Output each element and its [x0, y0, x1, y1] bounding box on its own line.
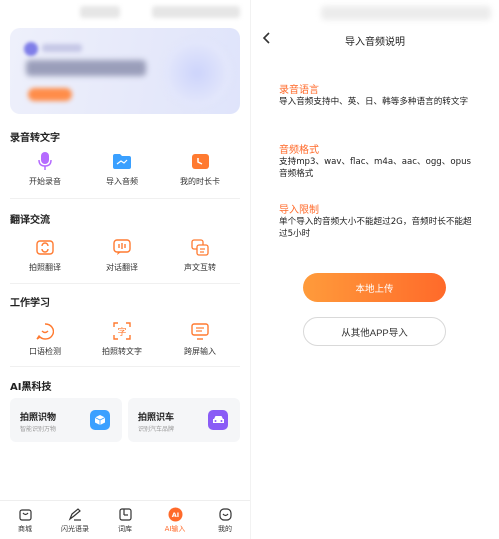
dictionary-icon [100, 507, 150, 521]
photo-translate-icon [36, 238, 54, 256]
tab-shop[interactable]: 商城 [0, 507, 50, 534]
car-identify-subtitle: 识别汽车品牌 [138, 426, 175, 433]
limit-description: 单个导入的音频大小不能超过2G，音频时长不能超过5小时 [279, 217, 472, 239]
divider [10, 283, 240, 284]
quote-pen-icon [50, 507, 100, 521]
cross-screen-button[interactable]: 跨屏输入 [160, 322, 240, 357]
tab-dictionary[interactable]: 词库 [100, 507, 150, 534]
scan-text-icon: 字 [113, 322, 131, 340]
section-title-work: 工作学习 [10, 298, 50, 309]
local-upload-button[interactable]: 本地上传 [303, 273, 446, 302]
scan-text-label: 拍照转文字 [102, 347, 142, 356]
section-title-recording: 录音转文字 [10, 133, 60, 144]
car-identify-card[interactable]: 拍照识车 识别汽车品牌 [128, 398, 240, 442]
shop-icon [0, 507, 50, 521]
import-audio-button[interactable]: 导入音频 [82, 152, 162, 187]
language-description: 导入音频支持中、英、日、韩等多种语言的转文字 [279, 97, 469, 107]
car-identify-title: 拍照识车 [138, 413, 175, 423]
tab-quotes-label: 闪光语录 [61, 525, 89, 533]
cross-screen-label: 跨屏输入 [184, 347, 216, 356]
car-icon [208, 410, 228, 430]
import-audio-info-screen: 导入音频说明 录音语言 导入音频支持中、英、日、韩等多种语言的转文字 音频格式 … [251, 0, 499, 539]
photo-identify-subtitle: 智能识别万物 [20, 426, 57, 433]
tab-shop-label: 商城 [18, 525, 32, 533]
cube-icon [90, 410, 110, 430]
promo-banner[interactable] [10, 28, 240, 114]
folder-icon [113, 152, 131, 170]
status-bar-blurred-right [152, 6, 240, 18]
language-heading: 录音语言 [279, 85, 319, 96]
bottom-tab-bar: 商城 闪光语录 词库 AI AI输入 我的 [0, 500, 250, 539]
format-heading: 音频格式 [279, 145, 319, 156]
time-card-label: 我的时长卡 [180, 177, 220, 186]
photo-translate-label: 拍照翻译 [29, 263, 61, 272]
tab-ai-input[interactable]: AI AI输入 [150, 507, 200, 534]
dialog-translate-label: 对话翻译 [106, 263, 138, 272]
banner-illustration [160, 38, 234, 108]
tab-dictionary-label: 词库 [118, 525, 132, 533]
speech-check-button[interactable]: 口语检测 [5, 322, 85, 357]
format-description: 支持mp3、wav、flac、m4a、aac、ogg、opus音频格式 [279, 157, 471, 179]
tab-ai-input-label: AI输入 [164, 525, 186, 533]
tab-quotes[interactable]: 闪光语录 [50, 507, 100, 534]
microphone-icon [36, 152, 54, 170]
recording-tools-row: 开始录音 导入音频 我的时长卡 [0, 152, 250, 202]
work-tools-row: 口语检测 字 拍照转文字 跨屏输入 [0, 322, 250, 372]
banner-subtitle-blurred [42, 44, 82, 52]
voice-text-icon [191, 238, 209, 256]
import-from-other-app-button[interactable]: 从其他APP导入 [303, 317, 446, 346]
home-screen: 录音转文字 开始录音 导入音频 我的时长卡 翻译交流 拍照翻译 对话翻译 声文互… [0, 0, 250, 539]
svg-text:字: 字 [117, 326, 126, 338]
start-recording-label: 开始录音 [29, 177, 61, 186]
start-recording-button[interactable]: 开始录音 [5, 152, 85, 187]
scan-text-button[interactable]: 字 拍照转文字 [82, 322, 162, 357]
dialog-translate-button[interactable]: 对话翻译 [82, 238, 162, 273]
divider [10, 198, 240, 199]
speech-check-label: 口语检测 [29, 347, 61, 356]
ai-badge-icon: AI [150, 507, 200, 521]
clock-card-icon [191, 152, 209, 170]
tab-profile-label: 我的 [218, 525, 232, 533]
limit-heading: 导入限制 [279, 205, 319, 216]
banner-logo [24, 42, 38, 56]
voice-text-button[interactable]: 声文互转 [160, 238, 240, 273]
profile-icon [200, 507, 250, 521]
status-bar-blurred [321, 6, 491, 20]
dialog-translate-icon [113, 238, 131, 256]
banner-title-blurred [26, 60, 146, 76]
photo-identify-title: 拍照识物 [20, 413, 57, 423]
section-title-ai: AI黑科技 [10, 382, 52, 393]
translate-tools-row: 拍照翻译 对话翻译 声文互转 [0, 238, 250, 288]
tab-profile[interactable]: 我的 [200, 507, 250, 534]
cross-screen-icon [191, 322, 209, 340]
svg-text:AI: AI [171, 511, 178, 519]
photo-translate-button[interactable]: 拍照翻译 [5, 238, 85, 273]
photo-identify-card[interactable]: 拍照识物 智能识别万物 [10, 398, 122, 442]
speech-check-icon [36, 322, 54, 340]
page-title: 导入音频说明 [345, 37, 405, 48]
time-card-button[interactable]: 我的时长卡 [160, 152, 240, 187]
voice-text-label: 声文互转 [184, 263, 216, 272]
banner-button-blurred[interactable] [28, 88, 72, 101]
status-bar-blurred [80, 6, 120, 18]
divider [10, 366, 240, 367]
import-audio-label: 导入音频 [106, 177, 138, 186]
section-title-translate: 翻译交流 [10, 215, 50, 226]
